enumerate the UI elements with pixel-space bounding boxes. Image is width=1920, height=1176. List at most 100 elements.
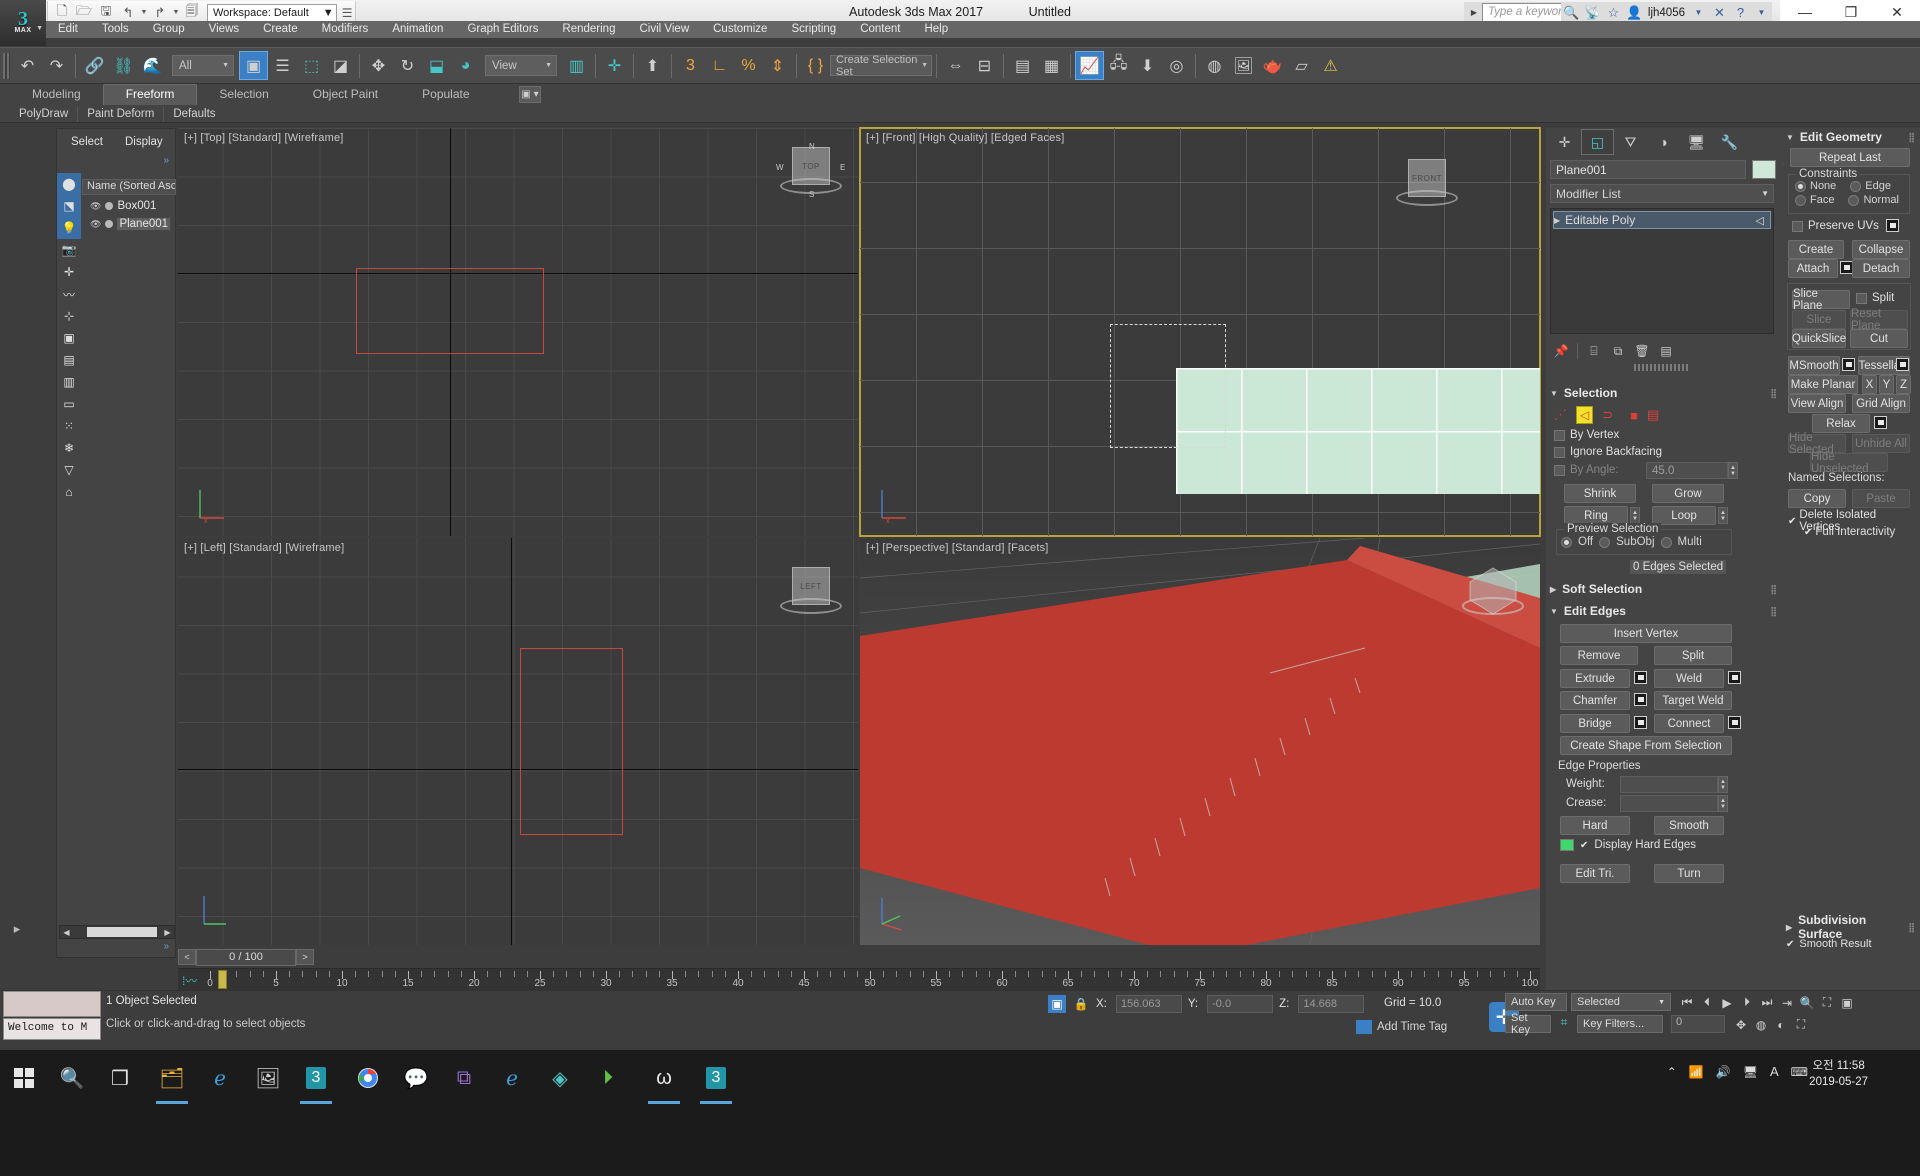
rollout-grip-icon[interactable]: ⣿ — [1908, 922, 1916, 931]
loop-spinner[interactable]: ▲ ▼ — [1718, 507, 1728, 524]
menu-item-group[interactable]: Group — [141, 21, 197, 38]
application-menu-button[interactable]: 3 MAX ▼ — [0, 0, 46, 46]
checkbox-box[interactable] — [1554, 464, 1565, 476]
weight-spinner[interactable]: ▲ ▼ — [1718, 776, 1728, 793]
key-mode-icon[interactable]: ⌗ — [1555, 1015, 1573, 1033]
ring-spinner[interactable]: ▲ ▼ — [1630, 507, 1640, 524]
filter-bones-icon[interactable]: ⊹ — [57, 305, 81, 327]
file-explorer-icon[interactable]: 🗂 — [148, 1058, 196, 1104]
redo-dropdown-icon[interactable]: ▼ — [171, 3, 181, 23]
chrome-icon[interactable] — [344, 1058, 392, 1098]
go-to-end-icon[interactable]: ⏭ — [1757, 993, 1777, 1012]
radio-off[interactable] — [1561, 536, 1572, 548]
hide-unselected-button[interactable]: Hide Unselected — [1810, 451, 1888, 475]
select-and-move-icon[interactable]: ✥ — [364, 51, 393, 80]
select-by-name-icon[interactable]: ☰ — [268, 51, 297, 80]
ribbon-tab-populate[interactable]: Populate — [400, 85, 491, 105]
speaker-icon[interactable]: 🔊 — [1716, 1065, 1731, 1079]
eye-icon[interactable]: 👁 — [90, 219, 101, 230]
smooth-result-checkbox[interactable]: ✔ Smooth Result — [1786, 938, 1872, 950]
track-bar[interactable]: ⁞〰 0 5 10 15 20 25 30 35 40 45 50 55 60 65 70 75 80 85 90 9… — [178, 968, 1540, 990]
search-icon[interactable]: 🔍 — [48, 1058, 96, 1098]
select-and-link-icon[interactable]: 🔗 — [80, 51, 109, 80]
rollout-grip-icon[interactable]: ⣿ — [1770, 584, 1778, 593]
monitor-icon[interactable]: 🖥 — [1743, 1065, 1758, 1079]
connect-settings-icon[interactable] — [1728, 716, 1741, 729]
filter-geometry-icon[interactable]: ⬔ — [57, 195, 81, 217]
user-dropdown-icon[interactable]: ▼ — [1688, 8, 1709, 17]
make-planar-y-button[interactable]: Y — [1879, 375, 1894, 394]
display-hard-edges-row[interactable]: ✔ Display Hard Edges — [1560, 839, 1696, 851]
eye-icon[interactable]: 👁 — [90, 201, 101, 212]
viewport-left[interactable]: [+] [Left] [Standard] [Wireframe] LEFT — [178, 538, 858, 945]
expand-triangle-icon[interactable]: ▶ — [1550, 585, 1556, 594]
maxscript-mini-listener-output[interactable] — [3, 991, 101, 1017]
msmooth-settings-icon[interactable] — [1842, 358, 1855, 371]
task-view-icon[interactable]: ❒ — [96, 1058, 144, 1098]
max-icon-2[interactable]: 3 — [692, 1058, 740, 1104]
reference-coordinate-dropdown[interactable]: View ▼ — [485, 55, 557, 76]
project-folder-icon[interactable]: 🗐 — [181, 3, 203, 23]
keyboard-icon[interactable]: ⌨ — [1791, 1065, 1808, 1079]
expand-strip-icon[interactable]: ▸ — [0, 918, 34, 940]
max-icon[interactable]: 3 — [292, 1058, 340, 1104]
edge-icon[interactable]: ℯ — [196, 1058, 244, 1098]
radio-constraint-edge[interactable] — [1850, 180, 1862, 192]
explorer-column-header[interactable]: Name (Sorted Asc — [82, 179, 176, 195]
workspace-selector[interactable]: Workspace: Default ▼ — [207, 3, 337, 22]
filter-containers-icon[interactable]: ▥ — [57, 371, 81, 393]
copy-button[interactable]: Copy — [1788, 489, 1846, 508]
zoom-region-icon[interactable]: ▣ — [1837, 993, 1857, 1012]
undo-icon[interactable]: ↰ — [117, 3, 139, 23]
star-icon[interactable]: ☆ — [1603, 5, 1624, 21]
orbit-icon[interactable]: ◍ — [1751, 1015, 1771, 1034]
x-coord-field[interactable]: 156.063 — [1115, 995, 1182, 1013]
maximize-viewport-toggle-icon[interactable]: ⛶ — [1791, 1015, 1811, 1034]
modifier-stack-item[interactable]: ▶ Editable Poly ◁ — [1553, 211, 1771, 229]
object-color-swatch[interactable] — [1752, 160, 1776, 179]
view-cube-compass-ring[interactable] — [1396, 190, 1458, 206]
preserve-uvs-checkbox[interactable]: Preserve UVs — [1792, 220, 1879, 232]
animation-mode-dropdown[interactable]: Selected ▼ — [1571, 993, 1671, 1011]
filter-frozen-icon[interactable]: ❄ — [57, 437, 81, 459]
chamfer-button[interactable]: Chamfer — [1560, 691, 1630, 710]
absolute-relative-toggle-icon[interactable]: ▣ — [1048, 995, 1066, 1013]
object-name-field[interactable]: Plane001 — [1550, 160, 1746, 179]
view-cube-diamond-icon[interactable] — [1462, 564, 1524, 618]
chevron-down-icon[interactable]: ▼ — [1658, 999, 1665, 1006]
percent-snap-toggle-icon[interactable]: % — [734, 51, 763, 80]
turn-button[interactable]: Turn — [1654, 864, 1724, 883]
import-icon[interactable]: ⬇ — [1133, 51, 1162, 80]
help-icon[interactable]: ? — [1730, 5, 1751, 20]
render-production-icon[interactable]: 🫖 — [1258, 51, 1287, 80]
collapse-triangle-icon[interactable]: ▼ — [1550, 389, 1558, 398]
quickslice-button[interactable]: QuickSlice — [1792, 329, 1846, 348]
chevron-down-icon[interactable]: ▼ — [1761, 189, 1769, 198]
key-value-field[interactable]: 0 — [1671, 1015, 1725, 1033]
key-filters-button[interactable]: Key Filters... — [1577, 1015, 1663, 1033]
layer-explorer-icon[interactable]: ▤ — [1008, 51, 1037, 80]
preserve-uvs-settings-icon[interactable] — [1886, 219, 1899, 232]
by-angle-checkbox[interactable]: By Angle: — [1554, 464, 1619, 476]
help-dropdown-icon[interactable]: ▼ — [1751, 8, 1772, 17]
edit-edges-rollout-header[interactable]: ▼ Edit Edges ⣿ — [1550, 602, 1778, 620]
undo-icon[interactable]: ↶ — [13, 51, 42, 80]
next-frame-icon[interactable]: ⏵ — [1737, 993, 1757, 1012]
rollout-grip-icon[interactable]: ⣿ — [1770, 606, 1778, 615]
named-selection-set-input[interactable]: Create Selection Set ▼ — [830, 54, 932, 78]
by-angle-value[interactable]: 45.0 — [1646, 462, 1728, 479]
auto-key-button[interactable]: Auto Key — [1505, 993, 1567, 1011]
crease-spinner[interactable]: ▲ ▼ — [1718, 795, 1728, 812]
shrink-button[interactable]: Shrink — [1564, 484, 1636, 503]
material-editor-icon[interactable]: ◍ — [1200, 51, 1229, 80]
grid-align-button[interactable]: Grid Align — [1852, 394, 1910, 413]
y-coord-field[interactable]: -0.0 — [1207, 995, 1274, 1013]
select-and-place-icon[interactable]: ◕ — [451, 51, 480, 80]
target-weld-button[interactable]: Target Weld — [1654, 691, 1732, 710]
modifier-stack[interactable]: ▶ Editable Poly ◁ — [1550, 208, 1774, 334]
filter-space-warps-icon[interactable]: 〰 — [57, 283, 81, 305]
collapse-triangle-icon[interactable]: ▼ — [1550, 607, 1558, 616]
prev-frame-button[interactable]: < — [178, 949, 196, 965]
wifi-icon[interactable]: 📶 — [1689, 1065, 1704, 1079]
menu-item-rendering[interactable]: Rendering — [550, 21, 627, 38]
